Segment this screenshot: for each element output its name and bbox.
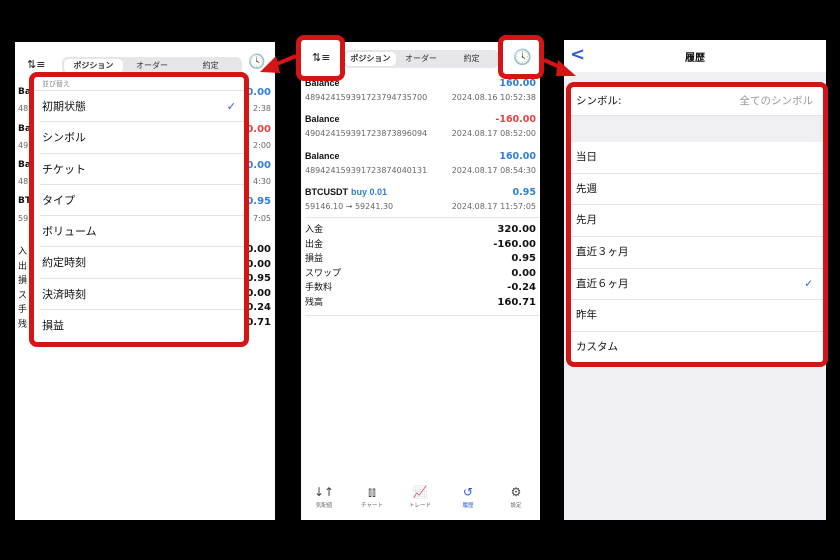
annotation-arrows <box>260 54 576 76</box>
arrow-to-sort-menu <box>260 54 297 73</box>
arrow-to-history-filter <box>543 58 576 76</box>
